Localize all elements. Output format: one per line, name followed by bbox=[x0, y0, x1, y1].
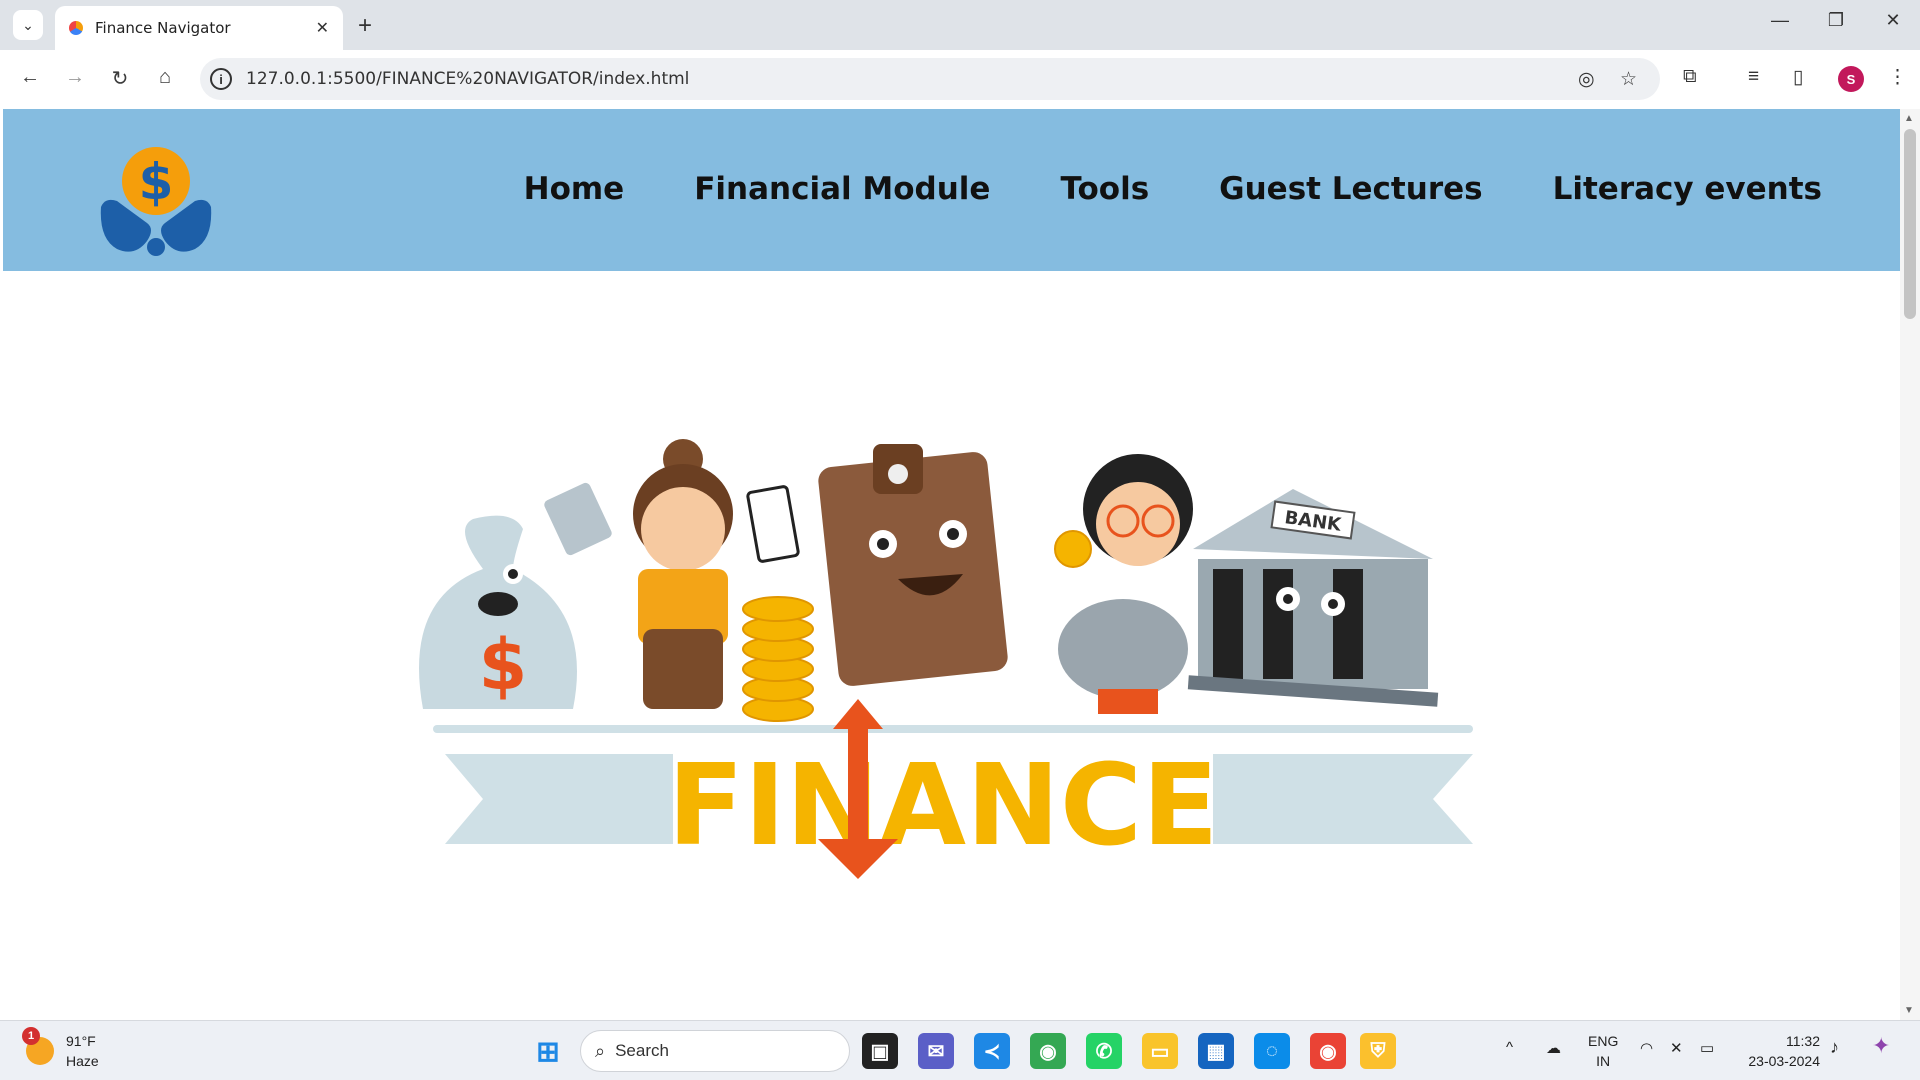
edge-icon[interactable]: ◌ bbox=[1254, 1033, 1290, 1069]
onedrive-icon[interactable]: ☁ bbox=[1546, 1039, 1561, 1057]
windows-start-icon[interactable]: ⊞ bbox=[530, 1033, 566, 1069]
browser-chrome: ⌄ Finance Navigator ✕ + — ❐ ✕ ← → ↻ ⌂ i … bbox=[0, 0, 1920, 109]
copilot-icon[interactable]: ✦ bbox=[1872, 1033, 1890, 1059]
svg-text:$: $ bbox=[479, 624, 528, 706]
chrome-icon[interactable]: ◉ bbox=[1030, 1033, 1066, 1069]
bank-icon: BANK bbox=[1187, 489, 1439, 707]
notification-bell-icon[interactable]: ♪ bbox=[1830, 1037, 1839, 1058]
scroll-down-icon[interactable]: ▼ bbox=[1904, 1005, 1914, 1016]
close-window-icon[interactable]: ✕ bbox=[1878, 10, 1908, 31]
forward-icon[interactable]: → bbox=[61, 66, 89, 89]
clock-date: 23-03-2024 bbox=[1748, 1053, 1820, 1069]
taskbar-search[interactable]: ⌕ Search bbox=[580, 1030, 850, 1072]
home-icon[interactable]: ⌂ bbox=[151, 66, 179, 89]
weather-text: 91°F Haze bbox=[66, 1031, 99, 1071]
store-icon[interactable]: ▦ bbox=[1198, 1033, 1234, 1069]
favicon-icon bbox=[69, 21, 83, 35]
finance-hero-illustration: $ BANK FINANCE bbox=[419, 439, 1473, 879]
wifi-icon[interactable]: ◠ bbox=[1640, 1039, 1653, 1057]
tab-strip: ⌄ Finance Navigator ✕ + — ❐ ✕ bbox=[0, 0, 1920, 50]
whatsapp-icon[interactable]: ✆ bbox=[1086, 1033, 1122, 1069]
hero-finance-word: FINANCE bbox=[667, 741, 1218, 871]
teams-icon[interactable]: ✉ bbox=[918, 1033, 954, 1069]
media-control-icon[interactable]: ≡ bbox=[1748, 66, 1759, 88]
close-tab-icon[interactable]: ✕ bbox=[316, 18, 329, 38]
new-tab-button[interactable]: + bbox=[358, 12, 372, 40]
weather-badge: 1 bbox=[22, 1027, 40, 1045]
wallet-icon bbox=[818, 444, 1008, 686]
url-text[interactable]: 127.0.0.1:5500/FINANCE%20NAVIGATOR/index… bbox=[246, 69, 689, 89]
language-indicator[interactable]: ENG IN bbox=[1588, 1031, 1618, 1071]
address-bar[interactable]: i 127.0.0.1:5500/FINANCE%20NAVIGATOR/ind… bbox=[200, 58, 1660, 100]
lang-bottom: IN bbox=[1596, 1053, 1611, 1069]
taskbar-search-label: Search bbox=[615, 1041, 669, 1060]
child-with-piggy-bank-icon bbox=[1054, 454, 1193, 714]
chevron-down-icon: ⌄ bbox=[22, 16, 34, 33]
menu-icon[interactable]: ⋮ bbox=[1888, 66, 1907, 89]
page-viewport: $ Home Financial Module Tools Guest Lect… bbox=[3, 109, 1900, 1020]
star-icon[interactable]: ☆ bbox=[1620, 68, 1637, 91]
nav-literacy-events[interactable]: Literacy events bbox=[1553, 171, 1822, 207]
tab-title: Finance Navigator bbox=[95, 19, 231, 37]
nav-tools[interactable]: Tools bbox=[1060, 171, 1149, 207]
coin-stack-icon bbox=[742, 596, 814, 722]
task-view-icon[interactable]: ▣ bbox=[862, 1033, 898, 1069]
profile-avatar[interactable]: S bbox=[1838, 66, 1864, 92]
site-info-icon[interactable]: i bbox=[210, 68, 232, 90]
taskbar: 1 91°F Haze ⊞ ⌕ Search ▣ ✉ ≺ ◉ ✆ ▭ ▦ ◌ ◉… bbox=[0, 1020, 1920, 1080]
battery-icon[interactable]: ▭ bbox=[1700, 1039, 1714, 1057]
tab-finance-navigator[interactable]: Finance Navigator ✕ bbox=[55, 6, 343, 50]
side-panel-icon[interactable]: ▯ bbox=[1793, 66, 1803, 89]
weather-icon: 1 bbox=[22, 1027, 54, 1065]
security-shield-icon[interactable]: ⛨ bbox=[1360, 1033, 1396, 1069]
scroll-up-icon[interactable]: ▲ bbox=[1904, 113, 1914, 124]
lang-top: ENG bbox=[1588, 1033, 1619, 1049]
tab-search-button[interactable]: ⌄ bbox=[13, 10, 43, 40]
restore-icon[interactable]: ❐ bbox=[1821, 10, 1851, 31]
money-bag-icon: $ bbox=[419, 515, 577, 709]
chrome-profile-icon[interactable]: ◉ bbox=[1310, 1033, 1346, 1069]
tray-chevron-icon[interactable]: ^ bbox=[1506, 1039, 1513, 1056]
extensions-icon[interactable]: ⧉ bbox=[1683, 66, 1697, 88]
browser-toolbar: ← → ↻ ⌂ i 127.0.0.1:5500/FINANCE%20NAVIG… bbox=[0, 50, 1920, 109]
minimize-icon[interactable]: — bbox=[1765, 10, 1795, 31]
clock-time: 11:32 bbox=[1786, 1033, 1820, 1049]
reload-icon[interactable]: ↻ bbox=[106, 66, 134, 91]
nav-financial-module[interactable]: Financial Module bbox=[694, 171, 990, 207]
weather-desc: Haze bbox=[66, 1053, 99, 1069]
main-nav: Home Financial Module Tools Guest Lectur… bbox=[524, 171, 1822, 207]
nav-home[interactable]: Home bbox=[524, 171, 625, 207]
logo-icon[interactable]: $ bbox=[95, 145, 217, 257]
weather-widget[interactable]: 1 91°F Haze bbox=[22, 1027, 99, 1071]
search-icon: ⌕ bbox=[595, 1040, 606, 1061]
nav-guest-lectures[interactable]: Guest Lectures bbox=[1219, 171, 1482, 207]
site-header: $ Home Financial Module Tools Guest Lect… bbox=[3, 109, 1900, 271]
svg-text:$: $ bbox=[139, 153, 174, 211]
scroll-thumb[interactable] bbox=[1904, 129, 1916, 319]
clock[interactable]: 11:32 23-03-2024 bbox=[1740, 1031, 1820, 1071]
back-icon[interactable]: ← bbox=[16, 66, 44, 89]
vscode-icon[interactable]: ≺ bbox=[974, 1033, 1010, 1069]
volume-muted-icon[interactable]: ✕ bbox=[1670, 1039, 1683, 1057]
file-explorer-icon[interactable]: ▭ bbox=[1142, 1033, 1178, 1069]
weather-temp: 91°F bbox=[66, 1033, 96, 1049]
eye-slash-icon[interactable]: ◎ bbox=[1578, 68, 1595, 91]
page-scrollbar[interactable]: ▲ ▼ bbox=[1900, 109, 1920, 1020]
